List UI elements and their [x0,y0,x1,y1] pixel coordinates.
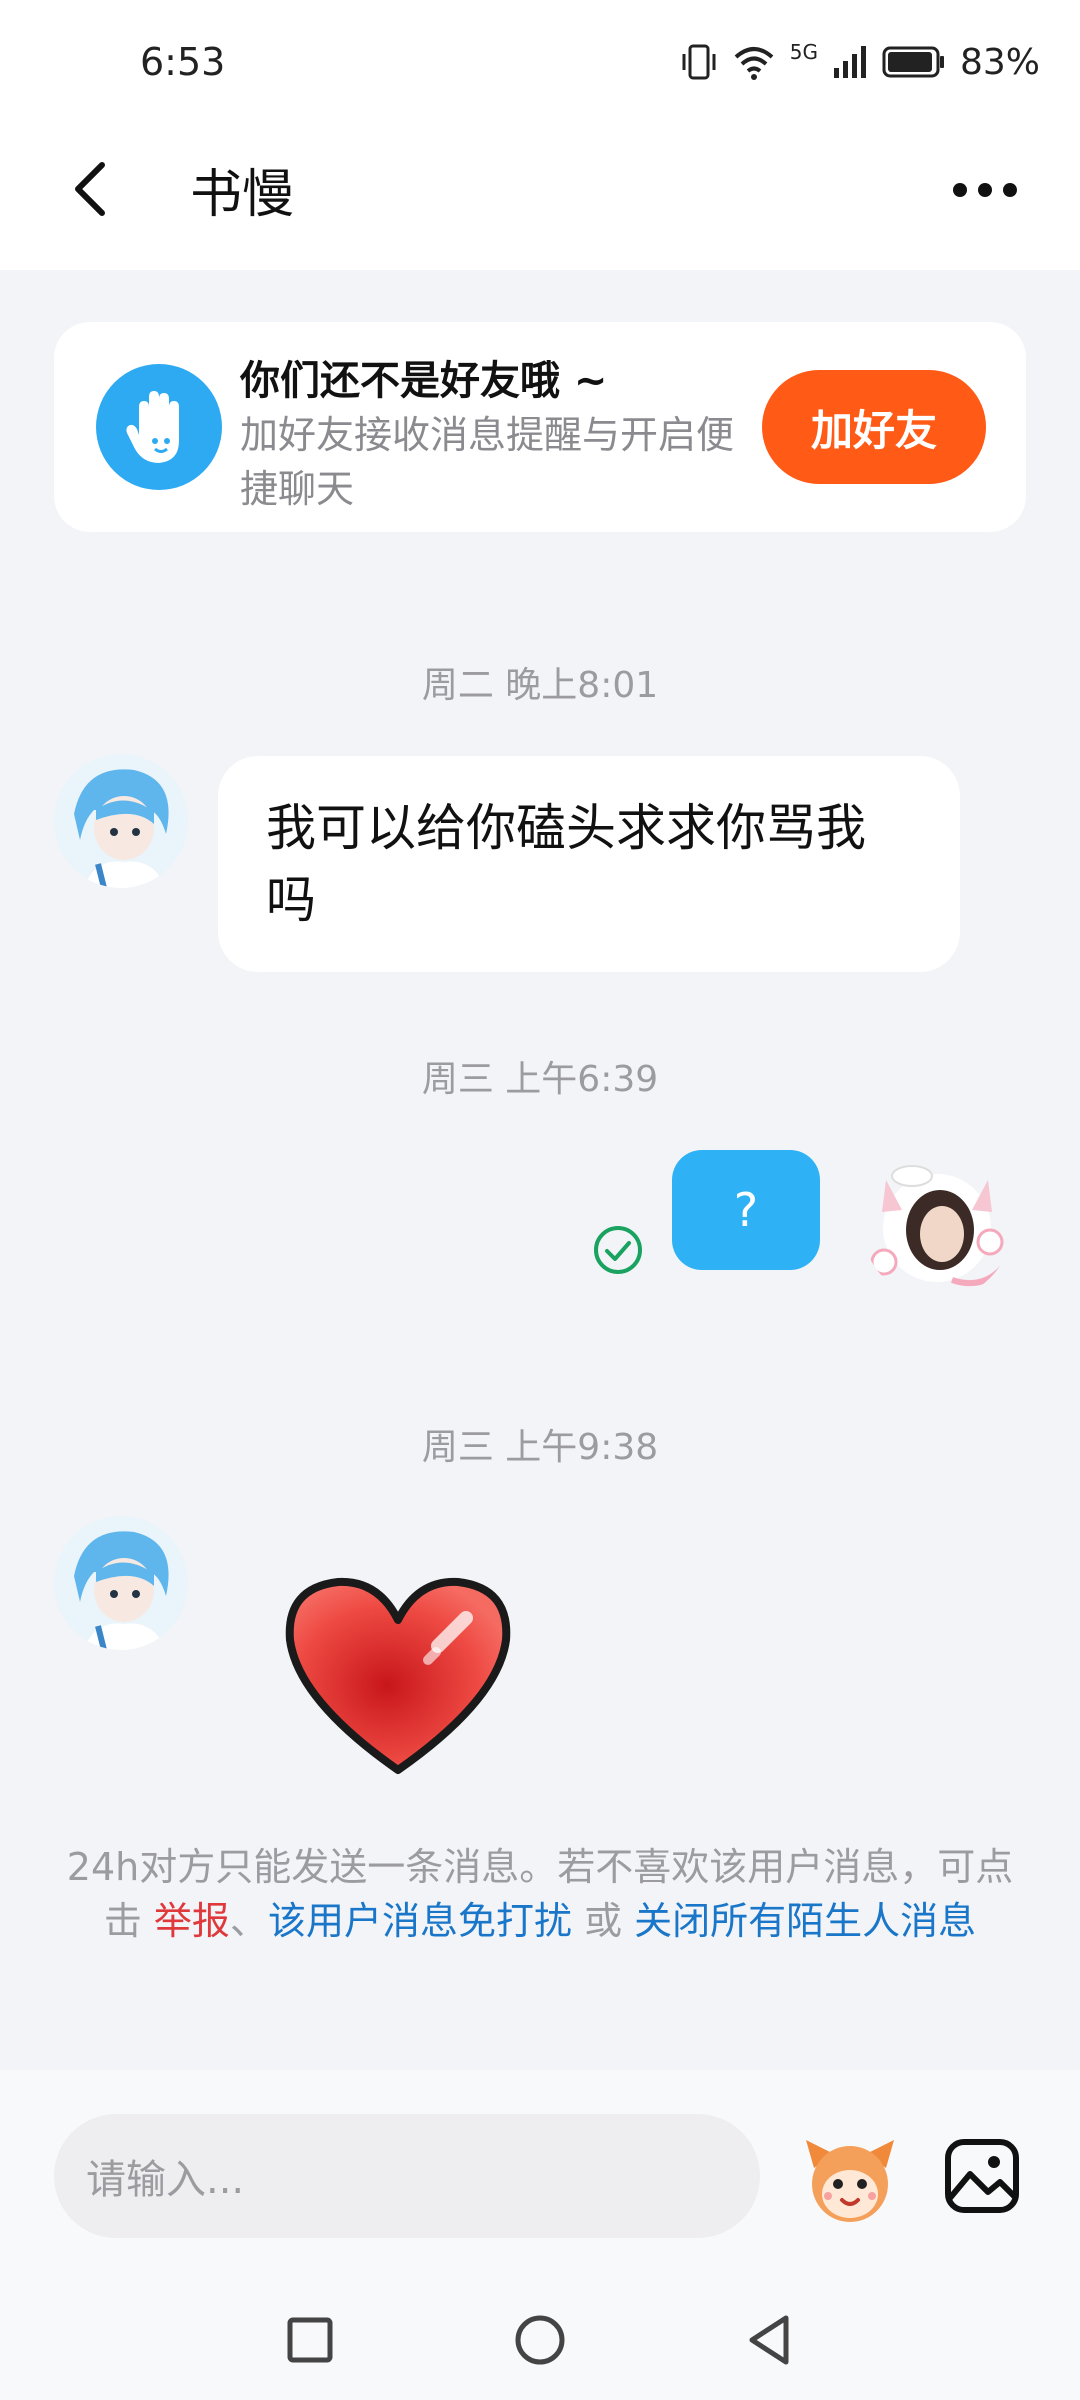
contact-avatar[interactable] [54,754,188,888]
system-nav-bar [0,2280,1080,2400]
notice-separator: 、 [229,1899,268,1943]
home-circle-icon[interactable] [510,2310,570,2370]
mute-user-link[interactable]: 该用户消息免打扰 [268,1899,572,1943]
input-bar: 请输入... [0,2070,1080,2280]
close-stranger-messages-link[interactable]: 关闭所有陌生人消息 [634,1899,976,1943]
battery-icon [882,46,944,78]
input-placeholder: 请输入... [86,2157,245,2203]
status-icons: 5G 83% [680,40,1040,84]
hand-wave-icon [96,364,222,490]
incoming-message-bubble[interactable]: 我可以给你磕头求求你骂我吗 [218,756,960,972]
stranger-message-notice: 24h对方只能发送一条消息。若不喜欢该用户消息，可点击 举报、该用户消息免打扰 … [60,1840,1020,1948]
outgoing-message-bubble[interactable]: ? [672,1150,820,1270]
back-triangle-icon[interactable] [740,2310,800,2370]
status-time: 6:53 [140,40,226,84]
add-friend-card: 你们还不是好友哦 ~ 加好友接收消息提醒与开启便捷聊天 加好友 [54,322,1026,532]
add-friend-button[interactable]: 加好友 [762,370,986,484]
self-avatar[interactable] [862,1150,1012,1300]
signal-icon [833,46,866,78]
wifi-icon [734,47,774,80]
friend-card-title: 你们还不是好友哦 ~ [240,358,608,404]
message-timestamp: 周二 晚上8:01 [421,665,659,706]
recents-square-icon[interactable] [280,2310,340,2370]
friend-card-description: 加好友接收消息提醒与开启便捷聊天 [240,413,735,511]
read-check-icon [594,1226,642,1274]
message-timestamp: 周三 上午6:39 [421,1059,659,1100]
report-link[interactable]: 举报 [154,1899,230,1943]
message-input[interactable]: 请输入... [54,2114,760,2238]
message-timestamp: 周三 上午9:38 [421,1427,659,1468]
contact-avatar[interactable] [54,1516,188,1650]
emoji-sticker-icon[interactable] [800,2128,900,2228]
image-gallery-icon[interactable] [944,2138,1020,2214]
more-button[interactable] [940,160,1030,220]
network-label: 5G [789,40,818,64]
back-button[interactable] [60,154,120,224]
heart-sticker[interactable] [278,1570,518,1780]
notice-or: 或 [584,1899,623,1943]
vibrate-icon [682,44,716,80]
more-dots-icon [953,183,1017,197]
chat-header: 书慢 [0,110,1080,270]
chat-title: 书慢 [190,165,295,225]
chevron-left-icon [75,162,105,216]
battery-percent: 83% [959,41,1040,83]
